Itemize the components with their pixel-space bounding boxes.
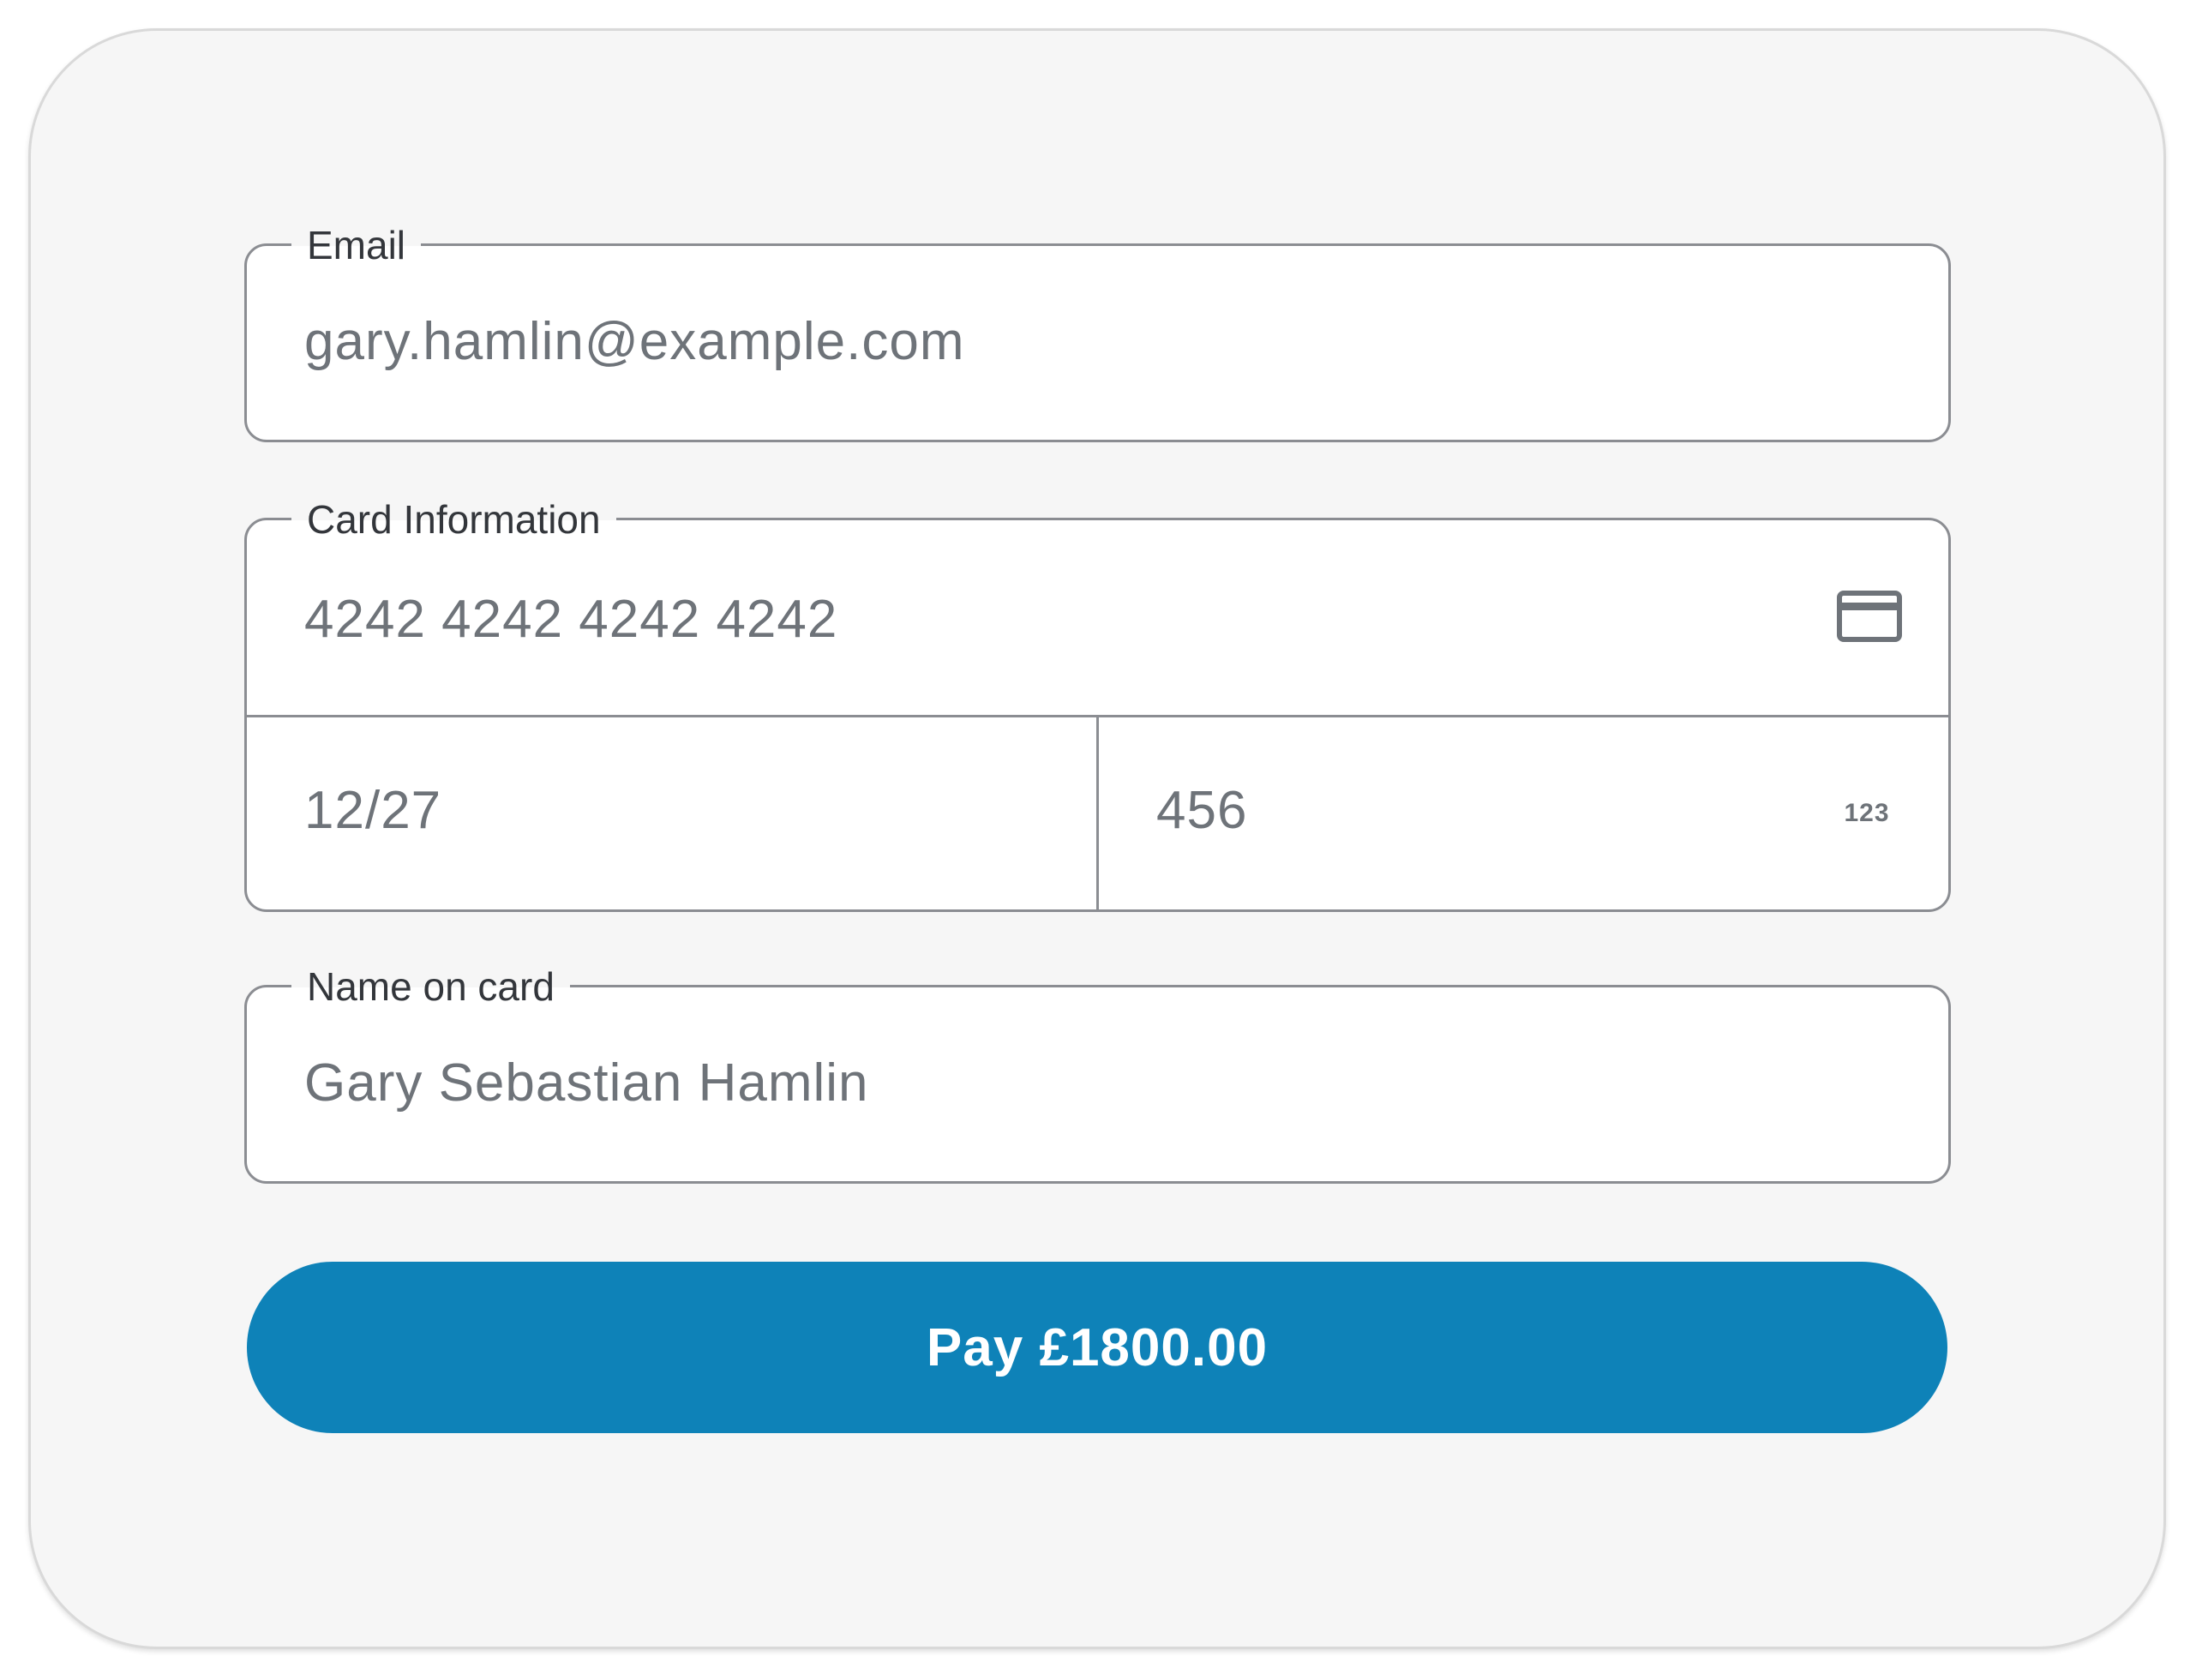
card-information-group: Card Information 4242 4242 4242 4242 12/… [244, 494, 1951, 912]
name-on-card-value[interactable]: Gary Sebastian Hamlin [304, 1049, 869, 1118]
card-details-row: 12/27 456 123 [247, 715, 1948, 909]
expiry-field[interactable]: 12/27 [247, 715, 1099, 909]
email-input-value[interactable]: gary.hamlin@example.com [304, 308, 965, 376]
cvc-icon-text: 123 [1844, 799, 1889, 827]
cvc-value[interactable]: 456 [1156, 777, 1247, 845]
pay-button[interactable]: Pay £1800.00 [247, 1262, 1947, 1433]
cvc-123-icon: 123 [1844, 799, 1889, 827]
card-number-value[interactable]: 4242 4242 4242 4242 [304, 585, 837, 654]
email-label: Email [291, 219, 422, 271]
name-on-card-label: Name on card [291, 961, 570, 1012]
card-number-field[interactable]: 4242 4242 4242 4242 [247, 520, 1948, 717]
credit-card-icon [1837, 591, 1902, 642]
email-field[interactable]: Email gary.hamlin@example.com [244, 219, 1951, 442]
expiry-value[interactable]: 12/27 [304, 777, 441, 845]
name-on-card-field[interactable]: Name on card Gary Sebastian Hamlin [244, 961, 1951, 1184]
cvc-field[interactable]: 456 123 [1099, 715, 1948, 909]
